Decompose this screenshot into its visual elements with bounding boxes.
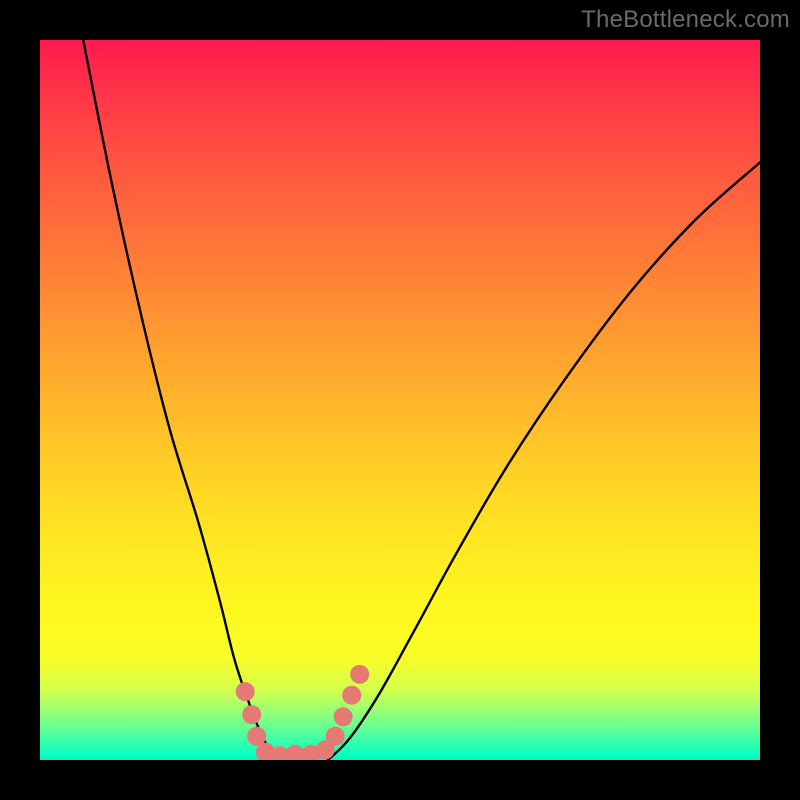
data-marker [342,686,361,705]
curve-layer [40,40,760,760]
data-marker [334,707,353,726]
chart-frame: TheBottleneck.com [0,0,800,800]
curve-left [83,40,277,760]
data-marker [236,682,255,701]
plot-area [40,40,760,760]
marker-layer [236,665,369,760]
data-marker [326,727,345,746]
watermark-text: TheBottleneck.com [581,6,790,34]
data-marker [350,665,369,684]
data-marker [242,705,261,724]
curve-right [328,162,760,760]
